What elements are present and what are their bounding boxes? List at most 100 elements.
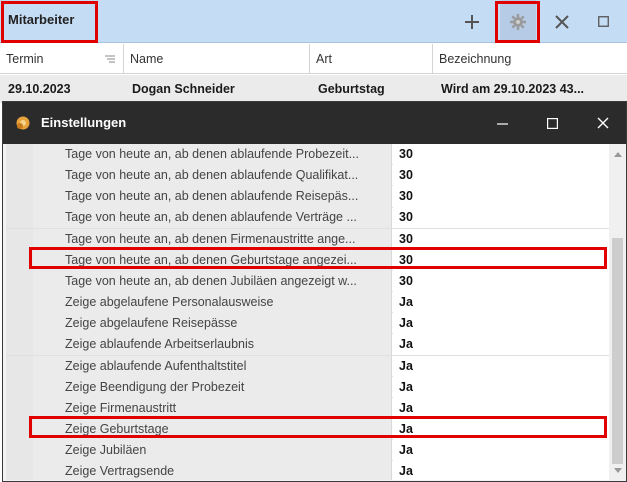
close-dialog-button[interactable]	[580, 102, 626, 144]
minimize-button[interactable]	[479, 102, 525, 144]
row-indent	[6, 376, 33, 398]
setting-value[interactable]: Ja	[393, 313, 609, 335]
setting-row[interactable]: Tage von heute an, ab denen Firmenaustri…	[6, 228, 609, 250]
setting-label: Zeige abgelaufene Personalausweise	[33, 292, 392, 314]
scroll-down-button[interactable]	[609, 462, 626, 479]
scroll-up-button[interactable]	[609, 146, 626, 163]
setting-label: Zeige Geburtstage	[33, 418, 392, 440]
row-indent	[6, 313, 33, 335]
sort-icon	[105, 55, 115, 63]
row-indent	[6, 440, 33, 462]
column-header-termin[interactable]: Termin	[0, 44, 124, 74]
add-button[interactable]	[454, 0, 490, 43]
cell-art: Geburtstag	[318, 82, 385, 96]
setting-row[interactable]: Zeige abgelaufene Personalausweise Ja	[6, 292, 609, 314]
row-indent	[6, 334, 33, 356]
setting-label: Tage von heute an, ab denen Firmenaustri…	[33, 228, 392, 250]
setting-label: Tage von heute an, ab denen ablaufende R…	[33, 186, 392, 208]
column-header-art[interactable]: Art	[310, 44, 433, 74]
square-icon	[597, 16, 609, 27]
setting-row[interactable]: Tage von heute an, ab denen Jubiläen ang…	[6, 270, 609, 293]
setting-label: Zeige Beendigung der Probezeit	[33, 376, 392, 398]
setting-value[interactable]: 30	[393, 186, 609, 208]
close-panel-button[interactable]	[544, 0, 580, 43]
close-icon	[555, 14, 569, 29]
setting-value[interactable]: Ja	[393, 334, 609, 356]
setting-value[interactable]: 30	[393, 228, 609, 250]
setting-label: Zeige Vertragsende	[33, 461, 392, 480]
setting-value[interactable]: Ja	[393, 355, 609, 377]
setting-value[interactable]: 30	[393, 207, 609, 229]
setting-label: Tage von heute an, ab denen ablaufende P…	[33, 144, 392, 165]
settings-app-icon	[16, 116, 30, 130]
setting-row[interactable]: Zeige Beendigung der Probezeit Ja	[6, 376, 609, 398]
setting-label: Tage von heute an, ab denen ablaufende V…	[33, 207, 392, 229]
dialog-title-bar[interactable]: Einstellungen	[3, 102, 626, 144]
setting-row[interactable]: Zeige ablaufende Aufenthaltstitel Ja	[6, 355, 609, 377]
cell-bezeichnung: Wird am 29.10.2023 43...	[441, 82, 585, 96]
setting-label: Zeige abgelaufene Reisepässe	[33, 313, 392, 335]
column-header-name[interactable]: Name	[124, 44, 310, 74]
cell-termin: 29.10.2023	[8, 82, 71, 96]
setting-value[interactable]: Ja	[393, 418, 609, 440]
setting-value[interactable]: 30	[393, 249, 609, 271]
column-header-label: Art	[316, 52, 332, 66]
minimize-icon	[496, 122, 508, 125]
setting-label: Zeige Firmenaustritt	[33, 397, 392, 419]
setting-row[interactable]: Tage von heute an, ab denen ablaufende Q…	[6, 165, 609, 187]
cell-name: Dogan Schneider	[132, 82, 235, 96]
setting-row[interactable]: Zeige abgelaufene Reisepässe Ja	[6, 313, 609, 335]
setting-row[interactable]: Tage von heute an, ab denen Geburtstage …	[6, 249, 609, 272]
row-indent	[6, 144, 33, 165]
vertical-scrollbar[interactable]	[609, 144, 626, 481]
setting-value[interactable]: 30	[393, 144, 609, 165]
setting-row[interactable]: Zeige Jubiläen Ja	[6, 440, 609, 462]
column-header-label: Termin	[6, 52, 44, 66]
row-indent	[6, 270, 33, 292]
setting-row[interactable]: Zeige Vertragsende Ja	[6, 461, 609, 480]
maximize-icon	[546, 117, 558, 129]
row-indent	[6, 228, 33, 250]
gear-icon	[510, 13, 526, 30]
setting-row[interactable]: Tage von heute an, ab denen ablaufende P…	[6, 144, 609, 166]
arrow-up-icon	[613, 152, 622, 157]
row-indent	[6, 397, 33, 419]
close-icon	[597, 117, 609, 129]
setting-value[interactable]: Ja	[393, 461, 609, 480]
dialog-title: Einstellungen	[41, 115, 127, 130]
grid-header: Termin Name Art Bezeichnung	[0, 44, 627, 74]
row-indent	[6, 165, 33, 187]
row-indent	[6, 249, 33, 271]
column-header-bezeichnung[interactable]: Bezeichnung	[433, 44, 627, 74]
setting-label: Tage von heute an, ab denen Geburtstage …	[33, 249, 392, 271]
column-header-label: Bezeichnung	[439, 52, 512, 66]
setting-row[interactable]: Zeige ablaufende Arbeitserlaubnis Ja	[6, 334, 609, 356]
setting-value[interactable]: Ja	[393, 440, 609, 462]
arrow-down-icon	[613, 468, 622, 473]
setting-value[interactable]: 30	[393, 270, 609, 292]
setting-row[interactable]: Tage von heute an, ab denen ablaufende V…	[6, 207, 609, 229]
setting-value[interactable]: 30	[393, 165, 609, 187]
setting-label: Tage von heute an, ab denen ablaufende Q…	[33, 165, 392, 187]
property-grid: Tage von heute an, ab denen ablaufende P…	[6, 144, 609, 480]
settings-button[interactable]	[500, 0, 536, 43]
settings-dialog: Einstellungen Tage von heute an, ab dene…	[2, 101, 627, 482]
setting-value[interactable]: Ja	[393, 397, 609, 419]
setting-row[interactable]: Zeige Geburtstage Ja	[6, 418, 609, 441]
maximize-button[interactable]	[529, 102, 575, 144]
setting-value[interactable]: Ja	[393, 376, 609, 398]
scrollbar-thumb[interactable]	[612, 238, 623, 464]
table-row[interactable]: 29.10.2023 Dogan Schneider Geburtstag Wi…	[0, 75, 627, 103]
setting-row[interactable]: Zeige Firmenaustritt Ja	[6, 397, 609, 420]
row-indent	[6, 355, 33, 377]
panel-header: Mitarbeiter	[0, 0, 627, 43]
row-indent	[6, 207, 33, 229]
restore-panel-button[interactable]	[585, 0, 621, 43]
setting-label: Zeige ablaufende Aufenthaltstitel	[33, 355, 392, 377]
panel-title: Mitarbeiter	[8, 12, 75, 27]
row-indent	[6, 461, 33, 480]
row-indent	[6, 418, 33, 440]
setting-label: Tage von heute an, ab denen Jubiläen ang…	[33, 270, 392, 292]
setting-value[interactable]: Ja	[393, 292, 609, 314]
setting-row[interactable]: Tage von heute an, ab denen ablaufende R…	[6, 186, 609, 208]
